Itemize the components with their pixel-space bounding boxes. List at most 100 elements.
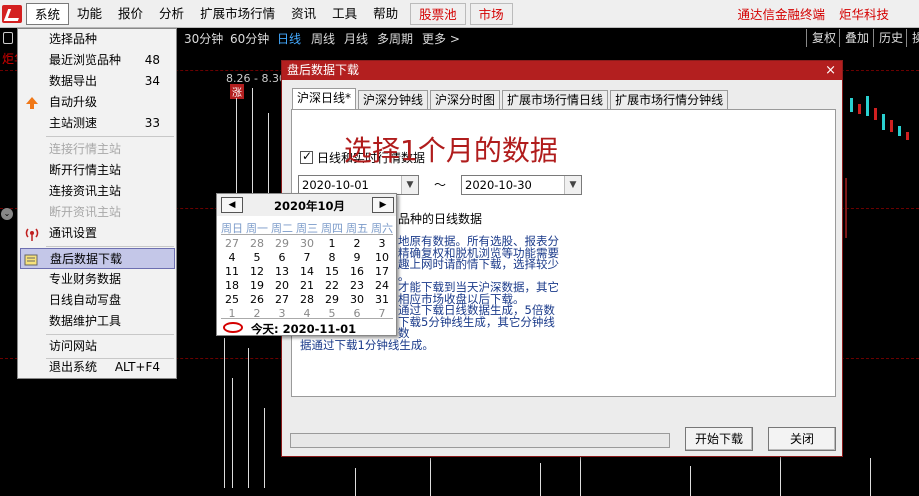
calendar-day[interactable]: 3 <box>369 237 395 251</box>
calendar-weekday: 周四 <box>321 222 343 235</box>
calendar-day[interactable]: 11 <box>219 265 245 279</box>
menu-daily-autosave[interactable]: 日线自动写盘 <box>18 290 176 311</box>
calendar-day[interactable]: 16 <box>344 265 370 279</box>
menu-help[interactable]: 帮助 <box>365 3 406 25</box>
calendar-day[interactable]: 20 <box>269 279 295 293</box>
period-multi[interactable]: 多周期 <box>377 30 413 47</box>
tab-sh-sz-intraday[interactable]: 沪深分时图 <box>430 90 501 110</box>
calendar-day[interactable]: 19 <box>244 279 270 293</box>
calendar-day[interactable]: 29 <box>269 237 295 251</box>
calendar-day[interactable]: 9 <box>344 251 370 265</box>
period-60min[interactable]: 60分钟 <box>230 30 269 47</box>
calendar-day[interactable]: 4 <box>219 251 245 265</box>
menu-system[interactable]: 系统 <box>26 2 70 25</box>
calendar-day[interactable]: 14 <box>294 265 320 279</box>
overlay-button[interactable]: 叠加 <box>839 29 874 47</box>
menu-market[interactable]: 市场 <box>469 2 513 25</box>
candle <box>874 108 877 120</box>
menu-data-maintenance[interactable]: 数据维护工具 <box>18 311 176 332</box>
candle <box>850 98 853 112</box>
daily-data-checkbox[interactable] <box>300 149 313 164</box>
menu-extended-market[interactable]: 扩展市场行情 <box>192 3 283 25</box>
menu-quotes[interactable]: 报价 <box>110 3 151 25</box>
menu-auto-upgrade[interactable]: 自动升级 <box>18 92 176 113</box>
tab-ext-minute[interactable]: 扩展市场行情分钟线 <box>610 90 729 110</box>
calendar-day[interactable]: 29 <box>319 293 345 307</box>
start-download-button[interactable]: 开始下载 <box>685 427 753 451</box>
calendar-today-link[interactable]: 今天: 2020-11-01 <box>251 321 356 337</box>
calendar-weekday: 周三 <box>296 222 318 235</box>
rise-badge: 涨 <box>230 84 244 99</box>
menu-post-market-download[interactable]: 盘后数据下载 <box>20 248 175 269</box>
calendar-day[interactable]: 27 <box>269 293 295 307</box>
calendar-day[interactable]: 28 <box>244 237 270 251</box>
menu-connect-news-server[interactable]: 连接资讯主站 <box>18 181 176 202</box>
candle <box>890 120 893 132</box>
calendar-day[interactable]: 27 <box>219 237 245 251</box>
menu-analysis[interactable]: 分析 <box>151 3 192 25</box>
menu-exit[interactable]: 退出系统 ALT+F4 <box>18 357 176 378</box>
tab-ext-daily[interactable]: 扩展市场行情日线 <box>502 90 609 110</box>
calendar-day[interactable]: 1 <box>319 237 345 251</box>
menu-comm-settings[interactable]: 通讯设置 <box>18 223 176 244</box>
calendar-day[interactable]: 6 <box>269 251 295 265</box>
period-monthly[interactable]: 月线 <box>344 30 368 47</box>
menu-select-symbol[interactable]: 选择品种 <box>18 29 176 50</box>
calendar-day[interactable]: 26 <box>244 293 270 307</box>
period-weekly[interactable]: 周线 <box>311 30 335 47</box>
menu-export-data[interactable]: 数据导出 34 <box>18 71 176 92</box>
calendar-day[interactable]: 7 <box>294 251 320 265</box>
calendar-day[interactable]: 5 <box>244 251 270 265</box>
menu-financial-data[interactable]: 专业财务数据 <box>18 269 176 290</box>
left-arrow-icon[interactable]: ⌄ <box>1 208 13 220</box>
calendar-day[interactable]: 15 <box>319 265 345 279</box>
calendar-day[interactable]: 12 <box>244 265 270 279</box>
close-icon[interactable]: × <box>825 61 836 80</box>
menu-disconnect-quote-server[interactable]: 断开行情主站 <box>18 160 176 181</box>
menu-function[interactable]: 功能 <box>69 3 110 25</box>
menu-stock-pool[interactable]: 股票池 <box>410 2 466 25</box>
system-dropdown-menu: 选择品种 最近浏览品种 48 数据导出 34 自动升级 主站测速 33 连接行情主站 … <box>17 28 177 379</box>
calendar-day[interactable]: 21 <box>294 279 320 293</box>
calendar-day[interactable]: 22 <box>319 279 345 293</box>
calendar-day[interactable]: 18 <box>219 279 245 293</box>
chevron-down-icon[interactable]: ▼ <box>401 176 418 194</box>
calendar-day[interactable]: 31 <box>369 293 395 307</box>
history-button[interactable]: 历史 <box>873 29 908 47</box>
start-date-combo[interactable]: 2020-10-01 ▼ <box>298 175 419 195</box>
close-button[interactable]: 关闭 <box>768 427 836 451</box>
next-month-icon[interactable]: ▶ <box>372 197 394 213</box>
period-daily[interactable]: 日线 <box>277 30 301 47</box>
calendar-day[interactable]: 23 <box>344 279 370 293</box>
calendar-day[interactable]: 10 <box>369 251 395 265</box>
period-more[interactable]: 更多 > <box>422 30 460 47</box>
volume-bar <box>780 453 781 496</box>
symbol-daily-option[interactable]: 品种的日线数据 <box>398 210 482 227</box>
calendar-day[interactable]: 17 <box>369 265 395 279</box>
volume-bar <box>355 468 356 496</box>
adjust-button[interactable]: 复权 <box>806 29 841 47</box>
calendar-day[interactable]: 30 <box>294 237 320 251</box>
operate-button[interactable]: 操 <box>906 29 919 47</box>
calendar-day[interactable]: 28 <box>294 293 320 307</box>
tab-sh-sz-minute[interactable]: 沪深分钟线 <box>358 90 429 110</box>
menu-recent-symbols[interactable]: 最近浏览品种 48 <box>18 50 176 71</box>
menu-visit-website[interactable]: 访问网站 <box>18 336 176 357</box>
toggle-icon[interactable] <box>3 32 13 44</box>
download-icon <box>23 252 39 268</box>
menu-news[interactable]: 资讯 <box>283 3 324 25</box>
menu-speed-test[interactable]: 主站测速 33 <box>18 113 176 134</box>
tab-sh-sz-daily[interactable]: 沪深日线* <box>292 88 357 110</box>
prev-month-icon[interactable]: ◀ <box>221 197 243 213</box>
menu-tools[interactable]: 工具 <box>324 3 365 25</box>
antenna-icon <box>24 226 40 242</box>
period-30min[interactable]: 30分钟 <box>184 30 223 47</box>
calendar-day[interactable]: 30 <box>344 293 370 307</box>
calendar-day[interactable]: 8 <box>319 251 345 265</box>
end-date-combo[interactable]: 2020-10-30 ▼ <box>461 175 582 195</box>
calendar-day[interactable]: 24 <box>369 279 395 293</box>
chevron-down-icon[interactable]: ▼ <box>564 176 581 194</box>
calendar-day[interactable]: 25 <box>219 293 245 307</box>
calendar-day[interactable]: 13 <box>269 265 295 279</box>
calendar-day[interactable]: 2 <box>344 237 370 251</box>
